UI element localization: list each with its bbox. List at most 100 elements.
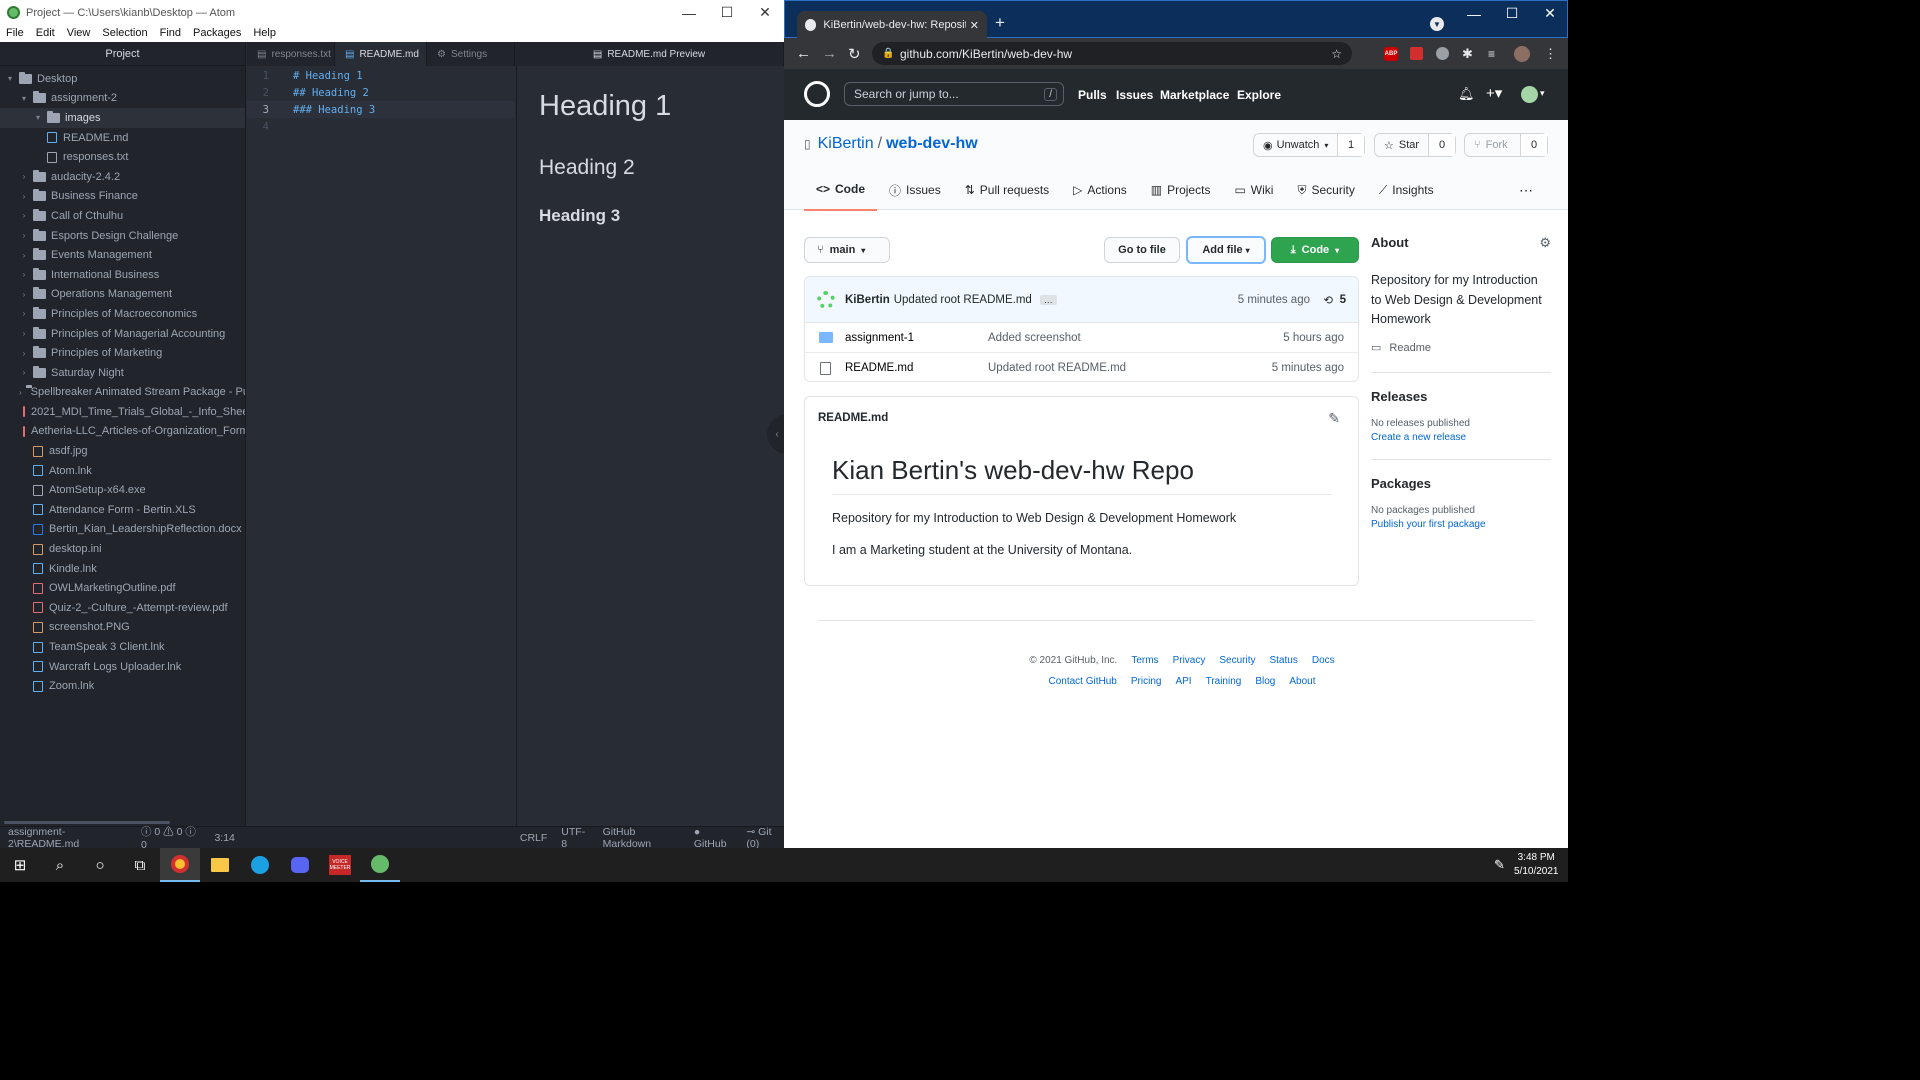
tree-file[interactable]: screenshot.PNG bbox=[0, 618, 245, 638]
tree-folder[interactable]: › Saturday Night bbox=[0, 363, 245, 383]
browser-tab[interactable]: KiBertin/web-dev-hw: Repository ✕ bbox=[797, 11, 987, 39]
chrome-taskbar-icon[interactable] bbox=[160, 848, 200, 882]
tree-folder[interactable]: › Esports Design Challenge bbox=[0, 226, 245, 246]
media-control-icon[interactable]: ≡ bbox=[1488, 47, 1495, 61]
tree-file[interactable]: desktop.ini bbox=[0, 539, 245, 559]
tab-readme-preview[interactable]: ▤ README.md Preview bbox=[515, 42, 784, 66]
menu-help[interactable]: Help bbox=[247, 25, 282, 42]
add-file-button[interactable]: Add file ▾ bbox=[1186, 236, 1266, 264]
footer-link-pricing[interactable]: Pricing bbox=[1131, 676, 1162, 687]
tree-folder[interactable]: ▾ images bbox=[0, 108, 245, 128]
extensions-puzzle-icon[interactable]: ✱ bbox=[1462, 46, 1473, 62]
extension-red-icon[interactable] bbox=[1410, 47, 1423, 60]
status-git[interactable]: ⊸ Git (0) bbox=[746, 826, 784, 850]
edit-pencil-icon[interactable]: ✎ bbox=[1328, 410, 1340, 427]
chevron-right-icon[interactable]: › bbox=[19, 251, 29, 260]
chrome-maximize-icon[interactable]: ☐ bbox=[1493, 1, 1531, 26]
avatar-caret-icon[interactable]: ▾ bbox=[1540, 88, 1545, 99]
atom-taskbar-icon[interactable] bbox=[360, 848, 400, 882]
pen-workspace-icon[interactable]: ✎ bbox=[1494, 857, 1505, 873]
chrome-minimize-icon[interactable]: — bbox=[1455, 1, 1493, 26]
file-row[interactable]: assignment-1 Added screenshot 5 hours ag… bbox=[805, 323, 1358, 353]
tree-file[interactable]: Quiz-2_-Culture_-Attempt-review.pdf bbox=[0, 598, 245, 618]
footer-link-about[interactable]: About bbox=[1289, 676, 1315, 687]
start-windows-icon[interactable]: ⊞ bbox=[0, 848, 40, 882]
committer-avatar[interactable] bbox=[817, 291, 835, 309]
tree-folder[interactable]: › audacity-2.4.2 bbox=[0, 167, 245, 187]
file-name[interactable]: assignment-1 bbox=[845, 332, 914, 344]
tree-file[interactable]: Attendance Form - Bertin.XLS bbox=[0, 500, 245, 520]
file-commit-message[interactable]: Updated root README.md bbox=[988, 362, 1126, 374]
forward-icon[interactable]: → bbox=[822, 45, 837, 62]
tab-close-icon[interactable]: ✕ bbox=[970, 19, 979, 32]
github-logo-icon[interactable] bbox=[804, 81, 830, 107]
tab-wiki[interactable]: ▭ Wiki bbox=[1222, 169, 1285, 211]
tab-settings[interactable]: ⚙ Settings bbox=[427, 42, 515, 66]
tree-file[interactable]: Atom.lnk bbox=[0, 461, 245, 481]
footer-link-privacy[interactable]: Privacy bbox=[1173, 655, 1206, 666]
bookmark-star-icon[interactable]: ☆ bbox=[1331, 47, 1342, 61]
footer-link-training[interactable]: Training bbox=[1206, 676, 1242, 687]
packages-heading[interactable]: Packages bbox=[1371, 476, 1551, 491]
commit-time[interactable]: 5 minutes ago bbox=[1238, 294, 1310, 306]
code-editor[interactable]: 1 # Heading 1 2 ## Heading 2 3 ### Heading … bbox=[247, 66, 515, 826]
tree-file[interactable]: 2021_MDI_Time_Trials_Global_-_Info_Sheet… bbox=[0, 402, 245, 422]
about-settings-gear-icon[interactable]: ⚙ bbox=[1539, 235, 1551, 251]
tree-file[interactable]: Zoom.lnk bbox=[0, 676, 245, 696]
history-icon[interactable]: ⟲ bbox=[1323, 293, 1333, 307]
search-input[interactable]: Search or jump to... / bbox=[844, 82, 1064, 106]
code-download-button[interactable]: ⤓ Code ▾ bbox=[1271, 237, 1359, 263]
tree-folder[interactable]: ▾ Desktop bbox=[0, 69, 245, 89]
nav-explore[interactable]: Explore bbox=[1237, 69, 1281, 120]
tree-folder[interactable]: › Principles of Marketing bbox=[0, 343, 245, 363]
tree-file[interactable]: asdf.jpg bbox=[0, 441, 245, 461]
repo-owner-link[interactable]: KiBertin bbox=[818, 135, 874, 153]
profile-menu-icon[interactable]: ▼ bbox=[1430, 17, 1444, 31]
chrome-avatar[interactable] bbox=[1514, 45, 1530, 62]
commit-count[interactable]: 5 bbox=[1340, 294, 1346, 306]
menu-file[interactable]: File bbox=[0, 25, 30, 42]
footer-link-api[interactable]: API bbox=[1175, 676, 1191, 687]
chevron-right-icon[interactable]: › bbox=[19, 309, 29, 318]
chrome-close-icon[interactable]: ✕ bbox=[1531, 1, 1569, 26]
task-view-icon[interactable]: ⧉ bbox=[120, 848, 160, 882]
releases-heading[interactable]: Releases bbox=[1371, 389, 1551, 404]
back-icon[interactable]: ← bbox=[796, 45, 811, 62]
tree-folder[interactable]: › Call of Cthulhu bbox=[0, 206, 245, 226]
commit-message[interactable]: Updated root README.md bbox=[894, 294, 1032, 306]
footer-link-status[interactable]: Status bbox=[1269, 655, 1297, 666]
footer-link-security[interactable]: Security bbox=[1219, 655, 1255, 666]
file-row[interactable]: README.md Updated root README.md 5 minut… bbox=[805, 353, 1358, 381]
tree-folder[interactable]: › Spellbreaker Animated Stream Package - … bbox=[0, 383, 245, 403]
nav-marketplace[interactable]: Marketplace bbox=[1160, 69, 1229, 120]
chevron-down-icon[interactable]: ▾ bbox=[5, 74, 15, 83]
create-release-link[interactable]: Create a new release bbox=[1371, 432, 1551, 443]
star-button[interactable]: ☆ Star 0 bbox=[1374, 133, 1456, 157]
chevron-down-icon[interactable]: ▾ bbox=[33, 113, 43, 122]
chevron-right-icon[interactable]: › bbox=[19, 270, 29, 279]
tab-issues[interactable]: ⓘ Issues bbox=[877, 169, 953, 211]
reload-icon[interactable]: ↻ bbox=[848, 45, 861, 63]
footer-link-blog[interactable]: Blog bbox=[1255, 676, 1275, 687]
taskbar-clock[interactable]: 3:48 PM 5/10/2021 bbox=[1514, 851, 1559, 879]
tree-file[interactable]: TeamSpeak 3 Client.lnk bbox=[0, 637, 245, 657]
publish-package-link[interactable]: Publish your first package bbox=[1371, 519, 1551, 530]
chevron-right-icon[interactable]: › bbox=[19, 349, 29, 358]
address-bar[interactable]: 🔒 github.com/KiBertin/web-dev-hw ☆ bbox=[872, 42, 1352, 65]
more-tabs-icon[interactable]: ⋯ bbox=[1519, 182, 1533, 199]
menu-view[interactable]: View bbox=[61, 25, 97, 42]
status-encoding[interactable]: UTF-8 bbox=[561, 826, 588, 850]
user-avatar[interactable] bbox=[1521, 86, 1538, 103]
extension-grey-icon[interactable] bbox=[1436, 47, 1449, 60]
status-github[interactable]: ● GitHub bbox=[694, 826, 733, 850]
tree-file[interactable]: OWLMarketingOutline.pdf bbox=[0, 578, 245, 598]
tab-actions[interactable]: ▷ Actions bbox=[1061, 169, 1139, 211]
footer-link-docs[interactable]: Docs bbox=[1312, 655, 1335, 666]
tab-responses[interactable]: ▤ responses.txt bbox=[247, 42, 335, 66]
chrome-menu-icon[interactable]: ⋮ bbox=[1544, 46, 1557, 62]
menu-find[interactable]: Find bbox=[154, 25, 187, 42]
status-line-ending[interactable]: CRLF bbox=[520, 832, 547, 844]
search-icon[interactable]: ⌕ bbox=[40, 848, 80, 882]
chevron-right-icon[interactable]: › bbox=[19, 368, 29, 377]
tree-file[interactable]: Aetheria-LLC_Articles-of-Organization_Fo… bbox=[0, 422, 245, 442]
